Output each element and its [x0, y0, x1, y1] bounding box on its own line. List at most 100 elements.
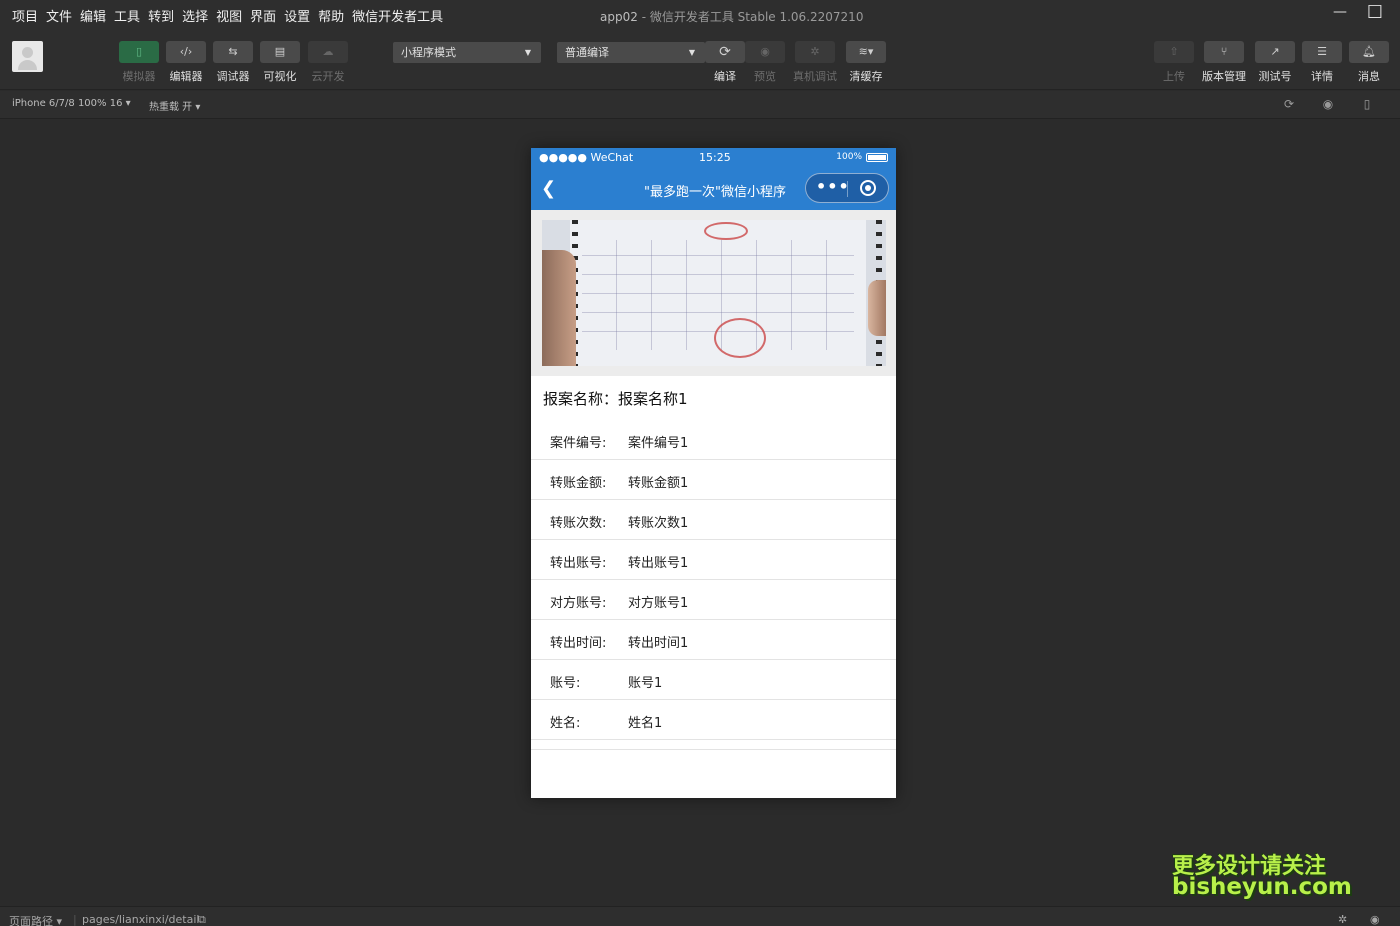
phone-simulator: ●●●●● WeChat 15:25 100% ❮ "最多跑一次"微信小程序 •…	[531, 148, 896, 798]
row-value: 案件编号1	[628, 436, 689, 451]
menu-list: 项目 文件 编辑 工具 转到 选择 视图 界面 设置 帮助 微信开发者工具	[8, 6, 447, 25]
row-value: 转出时间1	[628, 636, 689, 651]
mode-select-value: 小程序模式	[401, 46, 456, 59]
layout-icon: ▤	[260, 41, 300, 63]
maximize-button[interactable]: ☐	[1362, 2, 1388, 24]
receipt-image	[542, 220, 886, 366]
menu-item-goto[interactable]: 转到	[144, 6, 178, 25]
nav-title: "最多跑一次"微信小程序	[644, 185, 786, 200]
branch-icon: ⑂	[1204, 41, 1244, 63]
refresh-icon: ⟳	[705, 41, 745, 63]
test-account-button[interactable]: ↗ 测试号	[1255, 41, 1295, 84]
clear-cache-label: 清缓存	[849, 70, 883, 83]
minimize-button[interactable]: —	[1327, 4, 1353, 26]
detail-page: 报案名称：报案名称1 案件编号: 案件编号1 转账金额: 转账金额1 转账次数:…	[531, 210, 896, 798]
menu-item-file[interactable]: 文件	[42, 6, 76, 25]
device-select[interactable]: iPhone 6/7/8 100% 16 ▾	[12, 98, 131, 109]
battery-icon	[866, 152, 888, 162]
divider: |	[73, 913, 77, 926]
case-name-heading: 报案名称：报案名称1	[543, 390, 688, 408]
row-label: 转出账号:	[550, 556, 607, 571]
layers-icon: ≋▾	[846, 41, 886, 63]
row-value: 转出账号1	[628, 556, 689, 571]
battery-indicator: 100%	[836, 152, 888, 162]
status-bar: ●●●●● WeChat 15:25 100%	[531, 148, 896, 168]
back-arrow-icon[interactable]: ❮	[541, 178, 556, 199]
eye-icon[interactable]: ◉	[1370, 913, 1380, 926]
version-button[interactable]: ⑂ 版本管理	[1202, 41, 1246, 84]
preview-button[interactable]: ◉ 预览	[745, 41, 785, 84]
menu-item-settings[interactable]: 设置	[280, 6, 314, 25]
capsule-menu: •••	[805, 173, 889, 203]
rotate-icon[interactable]: ⟳	[1282, 97, 1296, 111]
simulator-bar: iPhone 6/7/8 100% 16 ▾ 热重载 开 ▾ ⟳ ◉ ▯	[0, 91, 1400, 119]
toolbar: ▯ 模拟器 ‹/› 编辑器 ⇆ 调试器 ▤ 可视化 ☁ 云开发 小程序模式 ▼ …	[0, 30, 1400, 90]
cloud-label: 云开发	[311, 70, 345, 83]
chevron-down-icon: ▼	[524, 48, 531, 57]
eye-icon: ◉	[745, 41, 785, 63]
cloud-button[interactable]: ☁ 云开发	[308, 41, 348, 84]
detail-row-spacer	[531, 740, 896, 750]
banner	[531, 210, 896, 376]
detail-row: 账号: 账号1	[531, 660, 896, 700]
row-label: 账号:	[550, 676, 581, 691]
compile-mode-select[interactable]: 普通编译 ▼	[557, 42, 705, 63]
detail-row: 姓名: 姓名1	[531, 700, 896, 740]
window-title-subtitle: - 微信开发者工具 Stable 1.06.2207210	[641, 10, 864, 24]
device-icon[interactable]: ▯	[1360, 97, 1374, 111]
detail-row: 转出时间: 转出时间1	[531, 620, 896, 660]
bell-icon: 🔔︎	[1349, 41, 1389, 63]
status-time: 15:25	[699, 151, 731, 164]
row-value: 转账金额1	[628, 476, 689, 491]
debugger-button[interactable]: ⇆ 调试器	[213, 41, 253, 84]
editor-button[interactable]: ‹/› 编辑器	[166, 41, 206, 84]
row-label: 案件编号:	[550, 436, 607, 451]
menu-item-tools[interactable]: 工具	[110, 6, 144, 25]
row-value: 姓名1	[628, 716, 663, 731]
menu-item-project[interactable]: 项目	[8, 6, 42, 25]
menu-item-view[interactable]: 视图	[212, 6, 246, 25]
menu-item-edit[interactable]: 编辑	[76, 6, 110, 25]
watermark-line2: bisheyun.com	[1172, 874, 1352, 900]
real-debug-button[interactable]: ✲ 真机调试	[793, 41, 837, 84]
copy-icon[interactable]: ⧉	[198, 913, 206, 926]
close-target-icon[interactable]	[860, 180, 876, 196]
avatar[interactable]	[12, 41, 43, 72]
details-button[interactable]: ☰ 详情	[1302, 41, 1342, 84]
mode-select[interactable]: 小程序模式 ▼	[393, 42, 541, 63]
cloud-icon: ☁	[308, 41, 348, 63]
page-path-label[interactable]: 页面路径 ▾	[9, 913, 62, 926]
upload-button[interactable]: ⇧ 上传	[1154, 41, 1194, 84]
hot-reload-select[interactable]: 热重载 开 ▾	[149, 98, 200, 113]
page-path: pages/lianxinxi/detail	[82, 913, 200, 926]
nav-bar: ❮ "最多跑一次"微信小程序 •••	[531, 168, 896, 210]
capsule-divider	[847, 181, 848, 197]
menu-item-interface[interactable]: 界面	[246, 6, 280, 25]
row-label: 姓名:	[550, 716, 581, 731]
row-label: 转账次数:	[550, 516, 607, 531]
compile-mode-value: 普通编译	[565, 46, 609, 59]
record-icon[interactable]: ◉	[1321, 97, 1335, 111]
more-icon[interactable]: •••	[816, 177, 850, 196]
bug-icon: ✲	[795, 41, 835, 63]
row-value: 转账次数1	[628, 516, 689, 531]
messages-button[interactable]: 🔔︎ 消息	[1349, 41, 1389, 84]
simulator-button[interactable]: ▯ 模拟器	[119, 41, 159, 84]
clear-cache-button[interactable]: ≋▾ 清缓存	[846, 41, 886, 84]
window-title-app: app02	[600, 10, 638, 24]
visual-button[interactable]: ▤ 可视化	[260, 41, 300, 84]
row-value: 对方账号1	[628, 596, 689, 611]
menu-item-select[interactable]: 选择	[178, 6, 212, 25]
phone-icon: ▯	[119, 41, 159, 63]
detail-row: 转账金额: 转账金额1	[531, 460, 896, 500]
menu-item-devtools[interactable]: 微信开发者工具	[348, 6, 447, 25]
carrier-signal: ●●●●● WeChat	[539, 151, 634, 164]
detail-row: 对方账号: 对方账号1	[531, 580, 896, 620]
menu-item-help[interactable]: 帮助	[314, 6, 348, 25]
upload-icon: ⇧	[1154, 41, 1194, 63]
row-label: 转出时间:	[550, 636, 607, 651]
messages-label: 消息	[1358, 70, 1380, 83]
bug-icon[interactable]: ✲	[1338, 913, 1347, 926]
debug-icon: ⇆	[213, 41, 253, 63]
code-icon: ‹/›	[166, 41, 206, 63]
